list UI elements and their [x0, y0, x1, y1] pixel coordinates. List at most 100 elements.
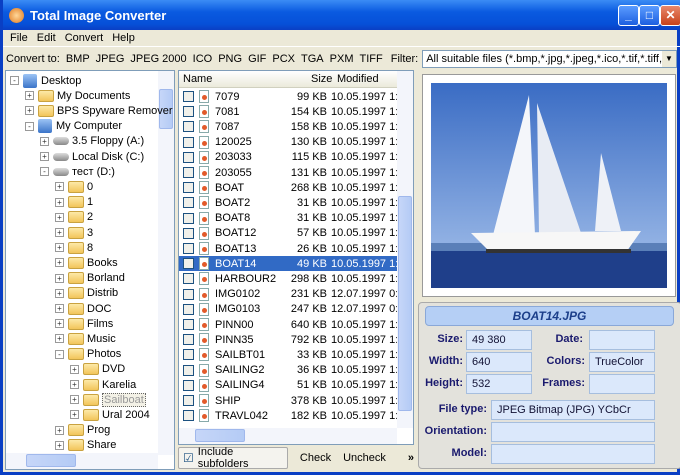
format-tiff-button[interactable]: TIFF	[360, 53, 383, 65]
filter-select[interactable]: All suitable files (*.bmp,*.jpg,*.jpeg,*…	[422, 50, 677, 68]
file-row[interactable]: IMG0102231 KB12.07.1997 0:	[179, 287, 397, 302]
expand-icon[interactable]: +	[40, 137, 49, 146]
list-vertical-scrollbar[interactable]	[397, 71, 413, 428]
tree-item[interactable]: +BPS Spyware Remover	[25, 103, 173, 118]
file-row[interactable]: BOAT1449 KB10.05.1997 1:	[179, 256, 397, 271]
expand-icon[interactable]: +	[55, 182, 64, 191]
tree-item[interactable]: +2	[55, 210, 93, 225]
tree-item[interactable]: +DVD	[70, 362, 125, 377]
format-ico-button[interactable]: ICO	[193, 53, 213, 65]
uncheck-button[interactable]: Uncheck	[343, 452, 386, 464]
file-checkbox[interactable]	[183, 228, 194, 239]
column-size[interactable]: Size	[311, 73, 332, 85]
file-row[interactable]: 203055131 KB10.05.1997 1:	[179, 165, 397, 180]
file-checkbox[interactable]	[183, 167, 194, 178]
file-checkbox[interactable]	[183, 304, 194, 315]
check-button[interactable]: Check	[300, 452, 331, 464]
maximize-button[interactable]: □	[639, 5, 660, 26]
expand-icon[interactable]: +	[55, 213, 64, 222]
chevron-down-icon[interactable]: ▼	[662, 51, 676, 67]
collapse-icon[interactable]: -	[40, 167, 49, 176]
file-checkbox[interactable]	[183, 319, 194, 330]
collapse-icon[interactable]: -	[25, 122, 34, 131]
expand-icon[interactable]: +	[55, 258, 64, 267]
tree-item[interactable]: +Share	[55, 438, 116, 453]
file-checkbox[interactable]	[183, 106, 194, 117]
file-checkbox[interactable]	[183, 349, 194, 360]
file-checkbox[interactable]	[183, 289, 194, 300]
menu-convert[interactable]: Convert	[65, 32, 104, 44]
expand-icon[interactable]: +	[25, 91, 34, 100]
collapse-icon[interactable]: -	[55, 350, 64, 359]
file-list[interactable]: Name Size Modified 707999 KB10.05.1997 1…	[178, 70, 414, 445]
tree-item[interactable]: +Films	[55, 316, 113, 331]
expand-icon[interactable]: +	[55, 304, 64, 313]
tree-item[interactable]: +1	[55, 195, 93, 210]
more-button[interactable]: »	[408, 452, 414, 464]
file-row[interactable]: SAILING451 KB10.05.1997 1:	[179, 378, 397, 393]
file-row[interactable]: 707999 KB10.05.1997 1:	[179, 89, 397, 104]
file-checkbox[interactable]	[183, 395, 194, 406]
expand-icon[interactable]: +	[55, 198, 64, 207]
tree-item[interactable]: +Ural 2004	[70, 407, 150, 422]
file-checkbox[interactable]	[183, 182, 194, 193]
menu-help[interactable]: Help	[112, 32, 135, 44]
format-pcx-button[interactable]: PCX	[272, 53, 295, 65]
tree-item[interactable]: +Borland	[55, 271, 125, 286]
file-checkbox[interactable]	[183, 243, 194, 254]
file-row[interactable]: 7087158 KB10.05.1997 1:	[179, 119, 397, 134]
tree-item[interactable]: +Sailboat	[70, 392, 146, 407]
folder-tree[interactable]: -Desktop+My Documents+BPS Spyware Remove…	[5, 70, 175, 470]
file-checkbox[interactable]	[183, 273, 194, 284]
menu-edit[interactable]: Edit	[37, 32, 56, 44]
file-checkbox[interactable]	[183, 121, 194, 132]
file-row[interactable]: SAILING236 KB10.05.1997 1:	[179, 363, 397, 378]
expand-icon[interactable]: +	[70, 380, 79, 389]
tree-item[interactable]: +Distrib	[55, 286, 118, 301]
file-checkbox[interactable]	[183, 137, 194, 148]
format-jpeg2000-button[interactable]: JPEG 2000	[130, 53, 186, 65]
expand-icon[interactable]: +	[70, 410, 79, 419]
format-bmp-button[interactable]: BMP	[66, 53, 90, 65]
tree-item[interactable]: +Prog	[55, 423, 110, 438]
expand-icon[interactable]: +	[55, 274, 64, 283]
file-row[interactable]: BOAT1257 KB10.05.1997 1:	[179, 226, 397, 241]
tree-item[interactable]: +0	[55, 179, 93, 194]
expand-icon[interactable]: +	[55, 319, 64, 328]
tree-item[interactable]: -Desktop	[10, 73, 81, 88]
scroll-thumb[interactable]	[398, 196, 412, 411]
expand-icon[interactable]: +	[55, 289, 64, 298]
format-png-button[interactable]: PNG	[218, 53, 242, 65]
format-pxm-button[interactable]: PXM	[330, 53, 354, 65]
file-row[interactable]: PINN35792 KB10.05.1997 1:	[179, 332, 397, 347]
tree-item[interactable]: +3.5 Floppy (A:)	[40, 134, 144, 149]
scroll-thumb[interactable]	[26, 454, 76, 467]
file-checkbox[interactable]	[183, 258, 194, 269]
format-jpeg-button[interactable]: JPEG	[96, 53, 125, 65]
file-row[interactable]: IMG0103247 KB12.07.1997 0:	[179, 302, 397, 317]
column-modified[interactable]: Modified	[337, 73, 379, 85]
tree-item[interactable]: +3	[55, 225, 93, 240]
expand-icon[interactable]: +	[70, 365, 79, 374]
format-gif-button[interactable]: GIF	[248, 53, 266, 65]
tree-horizontal-scrollbar[interactable]	[6, 453, 158, 469]
tree-item[interactable]: -My Computer	[25, 119, 122, 134]
tree-item[interactable]: +8	[55, 240, 93, 255]
minimize-button[interactable]: _	[618, 5, 639, 26]
expand-icon[interactable]: +	[55, 228, 64, 237]
tree-item[interactable]: +Local Disk (C:)	[40, 149, 144, 164]
tree-item[interactable]: +My Documents	[25, 88, 130, 103]
tree-item[interactable]: +Books	[55, 255, 118, 270]
tree-item[interactable]: +Music	[55, 331, 116, 346]
expand-icon[interactable]: +	[55, 426, 64, 435]
expand-icon[interactable]: +	[70, 395, 79, 404]
file-row[interactable]: BOAT231 KB10.05.1997 1:	[179, 195, 397, 210]
file-row[interactable]: 203033115 KB10.05.1997 1:	[179, 150, 397, 165]
expand-icon[interactable]: +	[55, 334, 64, 343]
file-checkbox[interactable]	[183, 410, 194, 421]
list-horizontal-scrollbar[interactable]	[179, 428, 397, 444]
file-row[interactable]: TRAVL042182 KB10.05.1997 1:	[179, 408, 397, 423]
file-row[interactable]: PINN00640 KB10.05.1997 1:	[179, 317, 397, 332]
file-row[interactable]: SHIP378 KB10.05.1997 1:	[179, 393, 397, 408]
tree-item[interactable]: -Photos	[55, 347, 121, 362]
